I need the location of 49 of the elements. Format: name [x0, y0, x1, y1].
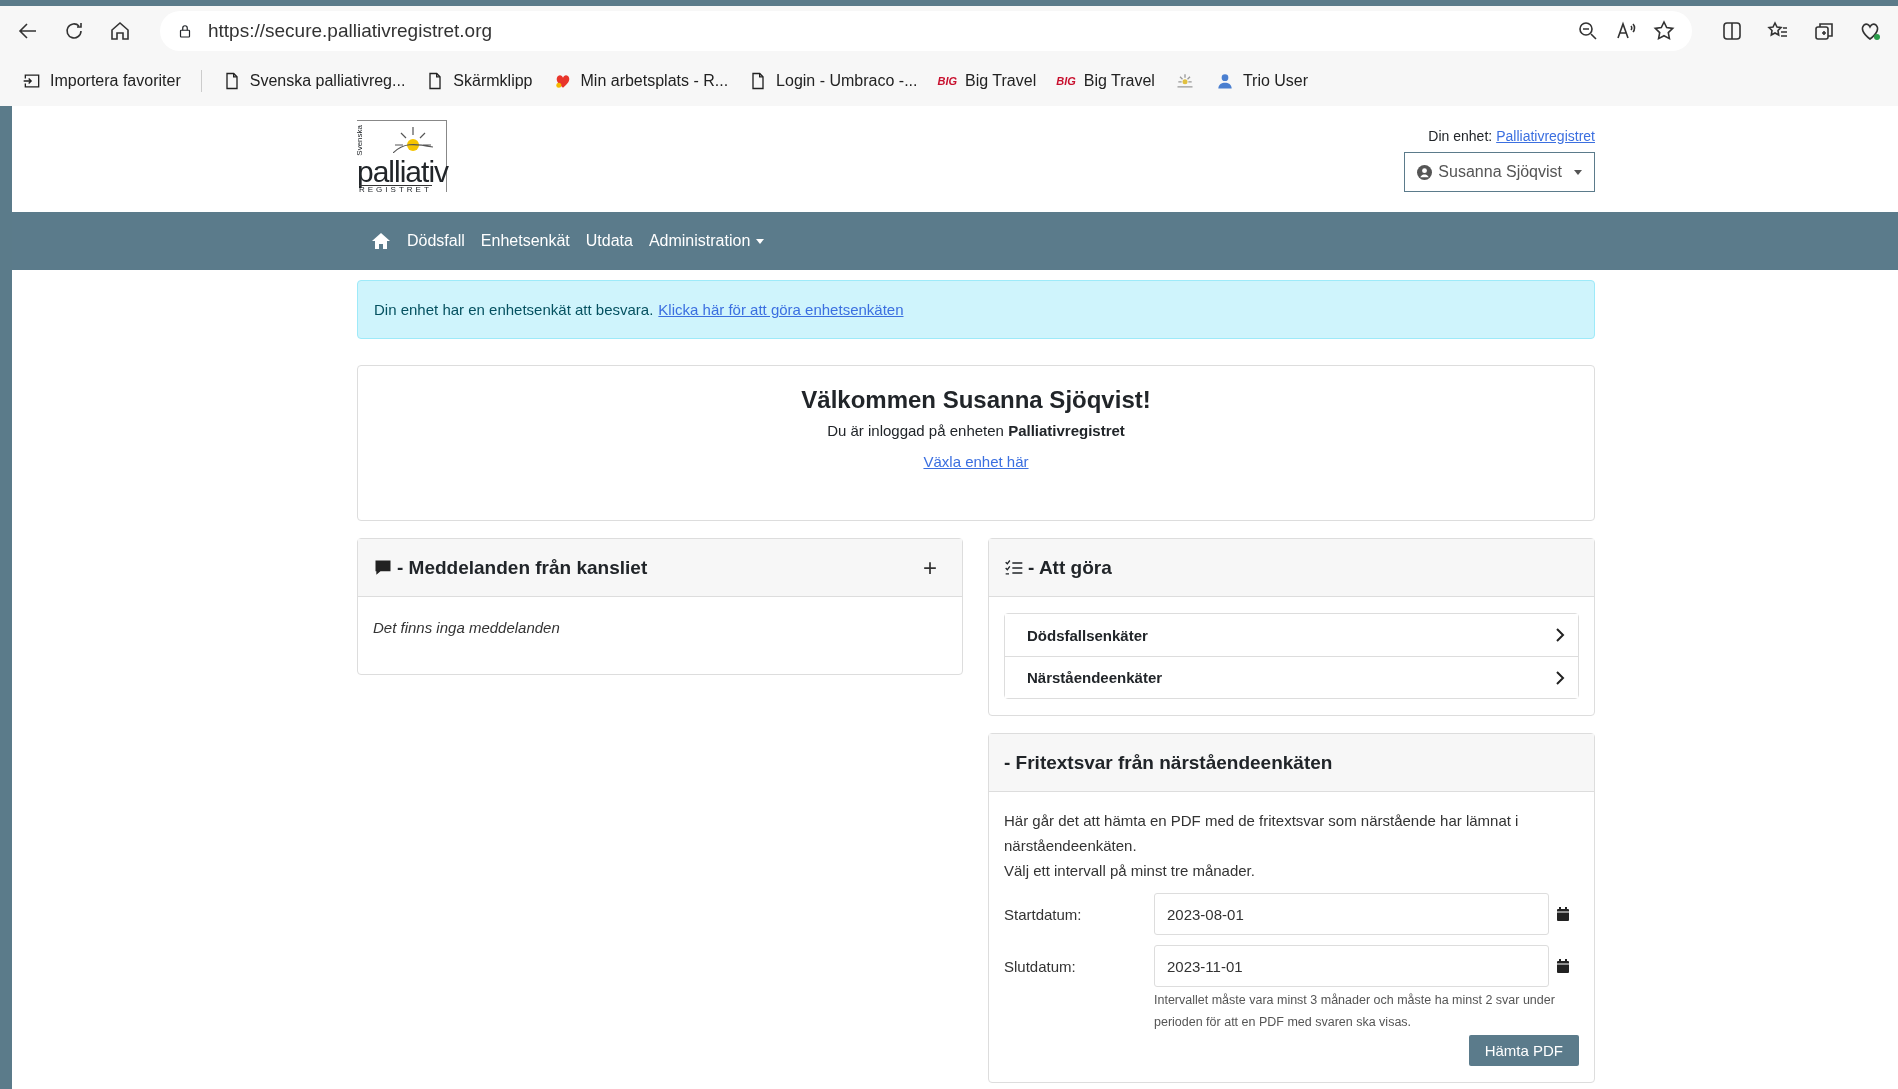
add-button[interactable]: +: [913, 553, 947, 582]
field-label: Slutdatum:: [1004, 957, 1077, 975]
chevron-right-icon: [1554, 669, 1566, 686]
empty-message: Det finns inga meddelanden: [373, 619, 561, 636]
bookmark[interactable]: Skärmklipp: [425, 71, 533, 91]
unit-label: Din enhet:: [1428, 128, 1493, 144]
download-pdf-button[interactable]: Hämta PDF: [1468, 1035, 1579, 1066]
address-bar[interactable]: https://secure.palliativregistret.org: [160, 11, 1692, 51]
chevron-right-icon: [1554, 627, 1566, 643]
bookmark[interactable]: Svenska palliativreg...: [221, 71, 406, 91]
help-text: Intervallet måste vara minst 3 månader och måste ha minst 2 svar under perioden för att en PDF med svaren ska visas.: [1154, 992, 1556, 1031]
hint-text: Välj ett intervall på minst tre månader.: [1004, 861, 1256, 881]
unit-link[interactable]: Palliativregistret: [1496, 128, 1595, 144]
alert-text: Din enhet har en enhetsenkät att besvara.: [374, 301, 654, 318]
calendar-icon[interactable]: [1557, 907, 1569, 921]
description-text: Här går det att hämta en PDF med de fritextsvar som närstående har lämnat i närståendeenkäten.: [1004, 811, 1520, 856]
big-logo-icon: BIG: [1056, 75, 1076, 87]
checklist-icon: [1004, 557, 1024, 578]
palliativ-logo: Svenska palliativ REGISTRET: [357, 120, 447, 192]
bookmark[interactable]: Trio User: [1214, 71, 1309, 91]
nav-link[interactable]: Enhetsenkät: [480, 232, 570, 250]
nav-link[interactable]: Dödsfall: [407, 232, 465, 250]
welcome-text: Du är inloggad på enheten Palliativregistret: [827, 422, 1125, 439]
url-text: https://secure.palliativregistret.org: [208, 20, 494, 42]
bookmark[interactable]: Min arbetsplats - R...: [552, 71, 729, 91]
nav-link[interactable]: Utdata: [585, 232, 633, 250]
split-screen-icon[interactable]: [1720, 19, 1744, 43]
card-title: - Att göra: [1028, 556, 1113, 579]
bookmark[interactable]: BIG Big Travel: [937, 72, 1037, 90]
date-field[interactable]: 2023-08-01: [1154, 893, 1549, 935]
star-icon[interactable]: [1652, 19, 1676, 43]
home-icon[interactable]: [108, 19, 132, 43]
big-logo-icon: BIG: [937, 75, 958, 87]
user-menu-button[interactable]: Susanna Sjöqvist: [1404, 152, 1595, 192]
calendar-icon[interactable]: [1557, 959, 1569, 973]
switch-unit-link[interactable]: Växla enhet här: [923, 453, 1029, 470]
home-icon[interactable]: [371, 232, 391, 250]
user-icon: [1417, 164, 1433, 180]
nav-dropdown[interactable]: Administration: [648, 232, 765, 250]
card-title: - Meddelanden från kansliet: [397, 556, 649, 579]
field-label: Startdatum:: [1004, 905, 1083, 923]
date-field[interactable]: 2023-11-01: [1154, 945, 1549, 987]
todo-item[interactable]: Närståendeenkäter: [1005, 656, 1578, 698]
bookmark[interactable]: Login - Umbraco -...: [748, 71, 918, 91]
alert-link[interactable]: Klicka här för att göra enhetsenkäten: [658, 301, 904, 318]
card-title: - Fritextsvar från närståendeenkäten: [1004, 751, 1334, 774]
bookmark[interactable]: BIG Big Travel: [1056, 72, 1155, 90]
bookmark[interactable]: Importera favoriter: [22, 71, 181, 91]
welcome-title: Välkommen Susanna Sjöqvist!: [801, 386, 1151, 414]
